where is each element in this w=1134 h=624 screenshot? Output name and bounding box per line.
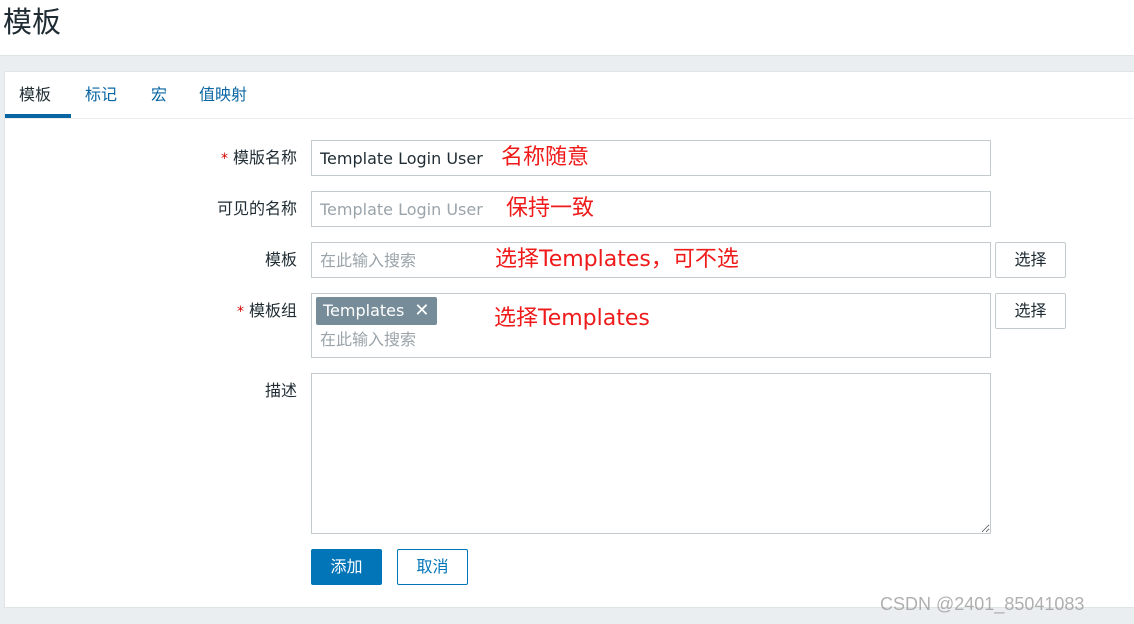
tag-remove-icon[interactable]: ✕ — [414, 297, 429, 325]
template-groups-label: * 模板组 — [236, 301, 297, 320]
tag-label: Templates — [323, 301, 405, 320]
required-mark: * — [220, 151, 228, 167]
cancel-button[interactable]: 取消 — [397, 549, 468, 585]
templates-select-button[interactable]: 选择 — [995, 242, 1066, 278]
template-name-label: * 模版名称 — [220, 148, 297, 167]
template-groups-search-placeholder[interactable]: 在此输入搜索 — [320, 329, 416, 351]
required-mark: * — [236, 304, 244, 320]
selected-group-tag: Templates ✕ — [316, 297, 438, 325]
tab-macros[interactable]: 宏 — [151, 84, 167, 106]
watermark: CSDN @2401_85041083 — [880, 594, 1085, 614]
annotation-templates: 选择Templates，可不选 — [495, 247, 739, 272]
form-panel: 模板 标记 宏 值映射 *模版名称 名称随意 可见的名称 保持一致 模板 选择T… — [4, 71, 1134, 608]
tab-tags[interactable]: 标记 — [85, 84, 117, 106]
templates-label: 模板 — [264, 250, 297, 269]
visible-name-input[interactable] — [311, 191, 991, 227]
active-tab-indicator — [5, 114, 71, 118]
annotation-template-groups: 选择Templates — [494, 306, 650, 331]
description-textarea[interactable] — [311, 373, 991, 534]
template-name-input[interactable] — [311, 140, 991, 176]
tab-bar: 模板 标记 宏 值映射 — [5, 72, 1134, 119]
template-groups-select-button[interactable]: 选择 — [995, 293, 1066, 329]
page-title: 模板 — [3, 5, 62, 39]
page-header: 模板 — [0, 0, 1134, 56]
annotation-visible-name: 保持一致 — [506, 196, 595, 221]
tab-value-mapping[interactable]: 值映射 — [199, 84, 247, 106]
add-button[interactable]: 添加 — [311, 549, 382, 585]
visible-name-label: 可见的名称 — [216, 199, 297, 218]
template-groups-multiselect[interactable]: Templates ✕ 在此输入搜索 — [311, 293, 991, 358]
tab-template[interactable]: 模板 — [19, 84, 51, 106]
annotation-template-name: 名称随意 — [501, 145, 590, 170]
description-label: 描述 — [264, 381, 297, 400]
